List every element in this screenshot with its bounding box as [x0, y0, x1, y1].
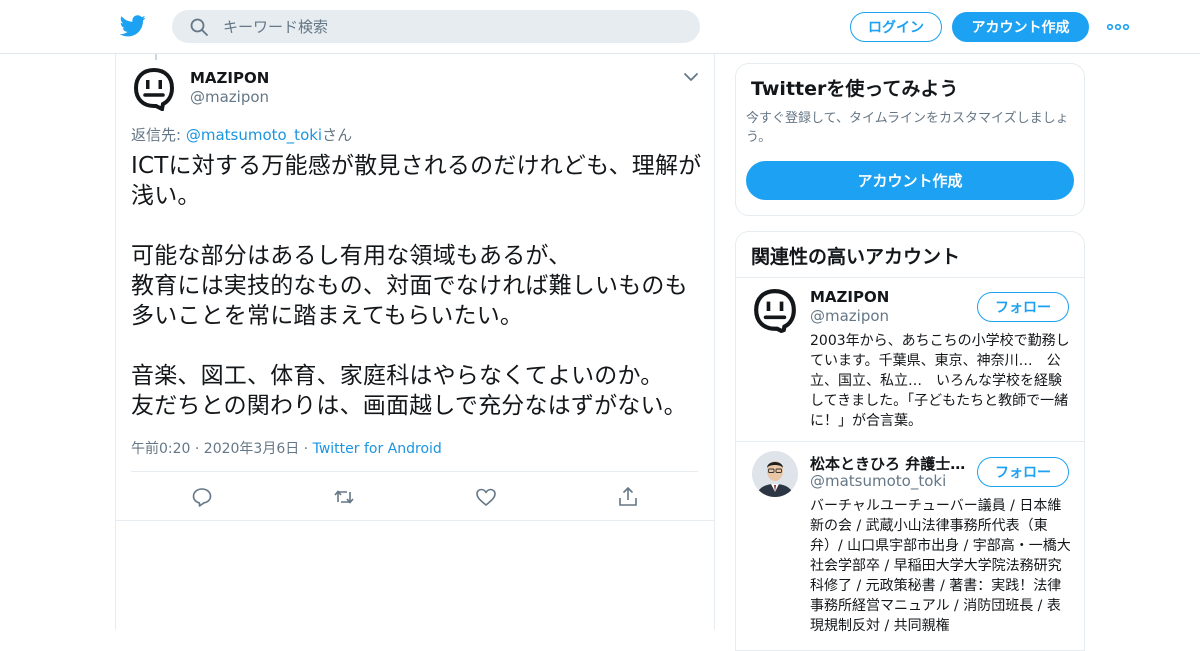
related-accounts-card: 関連性の高いアカウント MAZIPON @mazipon フォロー 2003年か…: [735, 231, 1085, 651]
account-bio: 2003年から、あちこちの小学校で勤務しています。千葉県、東京、神奈川… 公立、…: [810, 333, 1070, 429]
tweet-author-name[interactable]: MAZIPON: [190, 69, 269, 87]
tweet-actions: [131, 471, 698, 521]
account-handle[interactable]: @mazipon: [810, 307, 889, 325]
tweet-author-handle[interactable]: @mazipon: [190, 88, 269, 106]
account-name[interactable]: MAZIPON: [810, 288, 970, 306]
tweet-source-link[interactable]: Twitter for Android: [313, 441, 442, 457]
divider: [736, 441, 1084, 442]
reply-context: 返信先: @matsumoto_tokiさん: [131, 124, 352, 145]
reply-suffix: さん: [322, 126, 353, 144]
avatar[interactable]: [752, 451, 798, 497]
signup-button[interactable]: アカウント作成: [952, 12, 1089, 42]
related-accounts-title: 関連性の高いアカウント: [751, 246, 961, 268]
twitter-bird-icon[interactable]: [120, 14, 146, 38]
search-input[interactable]: [223, 11, 683, 42]
share-icon[interactable]: [616, 485, 640, 509]
signup-card-title: Twitterを使ってみよう: [751, 78, 959, 100]
retweet-icon[interactable]: [332, 485, 356, 509]
tweet-metadata: 午前0:20 · 2020年3月6日 · Twitter for Android: [131, 438, 442, 458]
search-box[interactable]: [172, 10, 700, 43]
reply-icon[interactable]: [190, 485, 214, 509]
signup-card-description: 今すぐ登録して、タイムラインをカスタマイズしましょう。: [746, 111, 1069, 145]
signup-card-button[interactable]: アカウント作成: [746, 161, 1074, 200]
avatar[interactable]: [752, 288, 798, 334]
follow-button[interactable]: フォロー: [977, 292, 1069, 322]
divider: [736, 277, 1084, 278]
account-bio: バーチャルユーチューバー議員 / 日本維新の会 / 武蔵小山法律事務所代表（東弁…: [810, 498, 1071, 634]
login-button[interactable]: ログイン: [850, 12, 942, 42]
more-dots-icon[interactable]: [1106, 18, 1130, 36]
tweet-timestamp[interactable]: 午前0:20 · 2020年3月6日: [131, 441, 299, 457]
signup-card: Twitterを使ってみよう 今すぐ登録して、タイムラインをカスタマイズしましょ…: [735, 63, 1085, 216]
meta-separator: ·: [299, 441, 313, 457]
follow-button[interactable]: フォロー: [977, 457, 1069, 487]
account-handle[interactable]: @matsumoto_toki: [810, 472, 946, 490]
reply-prefix: 返信先:: [131, 126, 186, 144]
chevron-down-icon[interactable]: [682, 68, 700, 86]
tweet-text: ICTに対する万能感が散見されるのだけれども、理解が浅い。 可能な部分はあるし有…: [131, 153, 702, 419]
avatar[interactable]: [132, 67, 176, 111]
top-navigation-bar: ログイン アカウント作成: [0, 0, 1200, 54]
tweet: MAZIPON @mazipon 返信先: @matsumoto_tokiさん …: [116, 54, 714, 521]
like-icon[interactable]: [474, 485, 498, 509]
reply-to-link[interactable]: @matsumoto_toki: [186, 126, 322, 144]
account-name[interactable]: 松本ときひろ 弁護士…: [810, 453, 970, 474]
search-icon: [190, 18, 208, 36]
